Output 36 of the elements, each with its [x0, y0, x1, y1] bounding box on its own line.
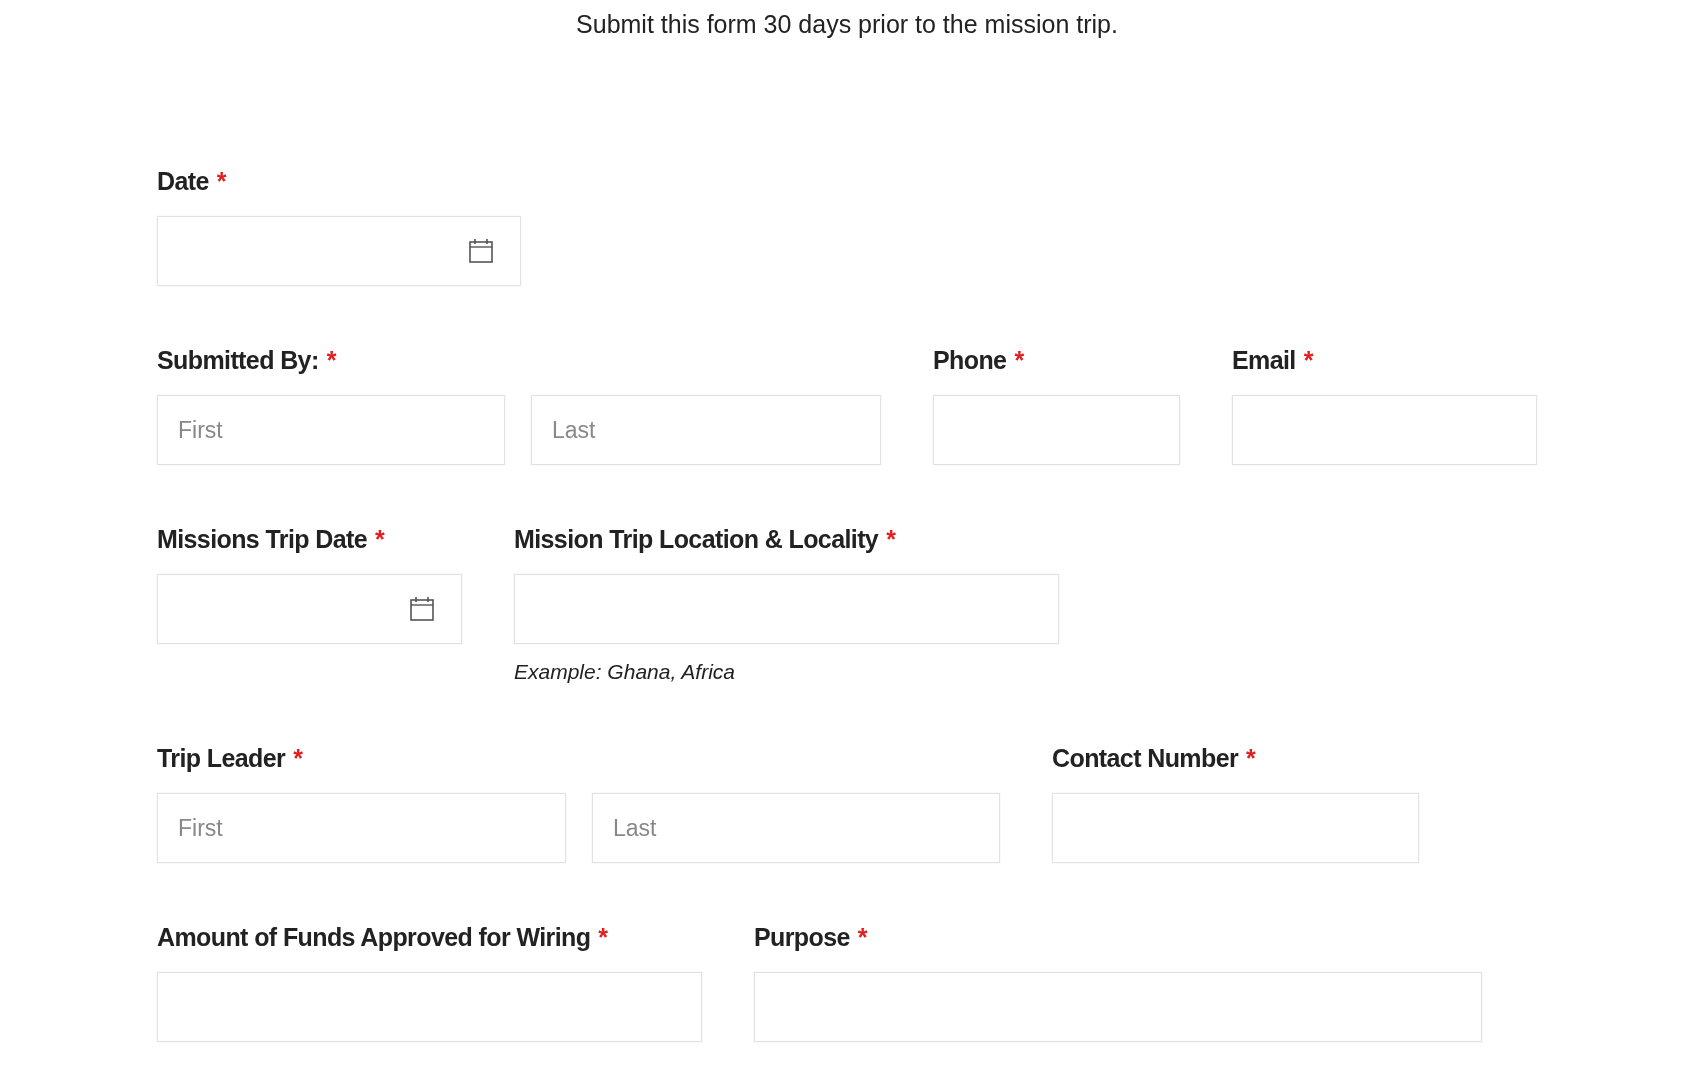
field-label: Purpose [754, 923, 850, 952]
required-mark: * [1246, 744, 1256, 773]
field-label: Email [1232, 346, 1296, 375]
calendar-icon[interactable] [409, 596, 435, 622]
field-label: Missions Trip Date [157, 525, 368, 554]
calendar-icon[interactable] [468, 238, 494, 264]
date-field[interactable] [157, 216, 521, 286]
field-hint: Example: Ghana, Africa [514, 660, 735, 684]
text-field[interactable] [1052, 793, 1419, 863]
required-mark: * [598, 923, 609, 952]
required-mark: * [326, 346, 337, 375]
first-name-field[interactable]: First [157, 395, 505, 465]
required-mark: * [293, 744, 303, 773]
field-label: Submitted By: [157, 346, 319, 375]
intro-text: Submit this form 30 days prior to the mission trip. [576, 10, 1118, 38]
field-label: Phone [933, 346, 1007, 375]
field-label: Trip Leader [157, 744, 286, 773]
field-label: Date [157, 167, 209, 196]
required-mark: * [1303, 346, 1314, 375]
required-mark: * [886, 525, 896, 554]
first-name-field[interactable]: First [157, 793, 566, 863]
text-field[interactable] [754, 972, 1482, 1042]
last-name-field[interactable]: Last [592, 793, 1000, 863]
date-field[interactable] [157, 574, 462, 644]
field-label: Mission Trip Location & Locality [514, 525, 879, 554]
last-name-field[interactable]: Last [531, 395, 881, 465]
field-label: Contact Number [1052, 744, 1239, 773]
text-field[interactable] [514, 574, 1059, 644]
required-mark: * [1014, 346, 1025, 375]
field-label: Amount of Funds Approved for Wiring [157, 923, 591, 952]
required-mark: * [375, 525, 385, 554]
required-mark: * [216, 167, 227, 196]
text-field[interactable] [157, 972, 702, 1042]
text-field[interactable] [1232, 395, 1537, 465]
required-mark: * [857, 923, 868, 952]
text-field[interactable] [933, 395, 1180, 465]
